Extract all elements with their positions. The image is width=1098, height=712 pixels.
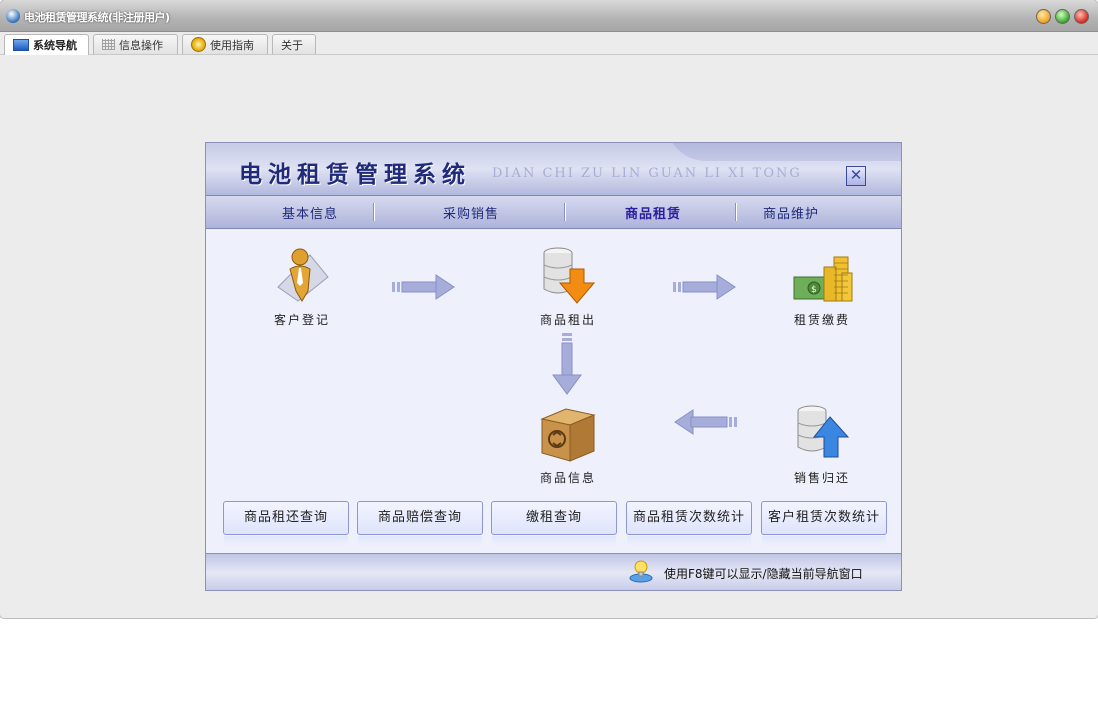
menu-separator bbox=[564, 203, 566, 221]
customer-register-node[interactable]: 客户登记 bbox=[252, 243, 352, 328]
guide-icon bbox=[191, 37, 206, 52]
arrow-right-icon bbox=[392, 274, 455, 300]
goods-rent-out-node[interactable]: 商品租出 bbox=[518, 243, 618, 328]
lightbulb-icon bbox=[629, 560, 653, 583]
navigation-panel: 电池租赁管理系统 DIAN CHI ZU LIN GUAN LI XI TONG… bbox=[205, 142, 902, 591]
panel-banner: 电池租赁管理系统 DIAN CHI ZU LIN GUAN LI XI TONG… bbox=[206, 143, 901, 195]
compensation-query-button[interactable]: 商品赔偿查询 bbox=[357, 501, 483, 546]
menu-purchase-sales[interactable]: 采购销售 bbox=[443, 203, 499, 222]
window-title: 电池租赁管理系统(非注册用户) bbox=[24, 11, 170, 24]
goods-info-label: 商品信息 bbox=[539, 471, 596, 485]
rent-payment-label: 租赁缴费 bbox=[793, 313, 850, 327]
database-down-arrow-icon bbox=[543, 247, 596, 304]
tab-about[interactable]: 关于 bbox=[272, 34, 316, 54]
tab-label: 关于 bbox=[281, 38, 303, 52]
panel-close-button[interactable]: ✕ bbox=[846, 166, 866, 186]
title-bar: 电池租赁管理系统(非注册用户) bbox=[0, 0, 1098, 32]
menu-goods-rental[interactable]: 商品租赁 bbox=[625, 203, 681, 222]
panel-pinyin: DIAN CHI ZU LIN GUAN LI XI TONG bbox=[492, 166, 802, 181]
monitor-icon bbox=[13, 39, 29, 51]
arrow-left-icon bbox=[674, 409, 737, 435]
sales-return-label: 销售归还 bbox=[793, 471, 850, 485]
goods-rent-out-label: 商品租出 bbox=[539, 313, 596, 327]
goods-rental-count-button[interactable]: 商品租赁次数统计 bbox=[626, 501, 752, 546]
rental-return-query-button[interactable]: 商品租还查询 bbox=[223, 501, 349, 546]
tab-label: 使用指南 bbox=[210, 38, 254, 52]
money-coins-icon: $ bbox=[793, 256, 853, 302]
menu-basic-info[interactable]: 基本信息 bbox=[282, 203, 338, 222]
grid-icon bbox=[102, 39, 115, 50]
customer-rental-count-button[interactable]: 客户租赁次数统计 bbox=[761, 501, 887, 546]
goods-info-node[interactable]: 商品信息 bbox=[518, 401, 618, 486]
sales-return-node[interactable]: 销售归还 bbox=[772, 401, 872, 486]
database-up-arrow-icon bbox=[797, 405, 850, 458]
panel-footer: 使用F8键可以显示/隐藏当前导航窗口 bbox=[206, 553, 901, 590]
tab-label: 系统导航 bbox=[33, 39, 77, 52]
tab-user-guide[interactable]: 使用指南 bbox=[182, 34, 268, 54]
svg-text:$: $ bbox=[811, 285, 817, 295]
panel-menu: 基本信息 采购销售 商品租赁 商品维护 bbox=[206, 195, 901, 229]
app-window: 电池租赁管理系统(非注册用户) 系统导航 信息操作 使用指南 关于 电池租赁管理… bbox=[0, 0, 1098, 618]
close-button[interactable] bbox=[1074, 9, 1089, 24]
menu-separator bbox=[735, 203, 737, 221]
rent-payment-node[interactable]: $ 租赁缴费 bbox=[772, 243, 872, 328]
minimize-button[interactable] bbox=[1036, 9, 1051, 24]
footer-tip: 使用F8键可以显示/隐藏当前导航窗口 bbox=[664, 567, 863, 581]
customer-person-icon bbox=[277, 248, 329, 302]
tab-info-operation[interactable]: 信息操作 bbox=[93, 34, 178, 54]
panel-title: 电池租赁管理系统 bbox=[239, 162, 471, 188]
menu-separator bbox=[373, 203, 375, 221]
app-logo-icon bbox=[6, 9, 20, 23]
cardboard-box-icon bbox=[540, 408, 596, 462]
banner-decoration bbox=[666, 143, 901, 161]
rent-payment-query-button[interactable]: 缴租查询 bbox=[491, 501, 617, 546]
arrow-down-icon bbox=[552, 333, 582, 395]
close-icon: ✕ bbox=[849, 166, 863, 184]
tab-bar: 系统导航 信息操作 使用指南 关于 bbox=[0, 32, 1098, 55]
maximize-button[interactable] bbox=[1055, 9, 1070, 24]
customer-register-label: 客户登记 bbox=[273, 313, 330, 327]
tab-label: 信息操作 bbox=[119, 38, 163, 52]
arrow-right-icon bbox=[673, 274, 736, 300]
menu-goods-maintenance[interactable]: 商品维护 bbox=[763, 203, 819, 222]
tab-system-navigation[interactable]: 系统导航 bbox=[4, 34, 89, 55]
